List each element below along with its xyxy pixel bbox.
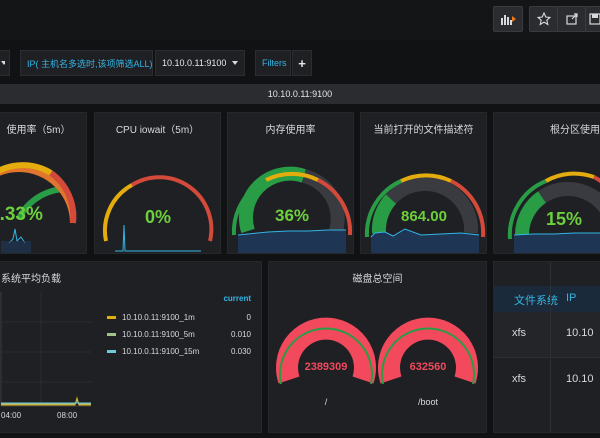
table-row: xfs 10.10 <box>494 312 600 358</box>
filesystem-table-panel[interactable]: 文件系统 IP xfs 10.10 xfs 10.10 <box>493 261 600 433</box>
legend-swatch <box>107 333 116 336</box>
previous-variable-dropdown[interactable] <box>0 50 10 76</box>
template-variables-bar: IP( 主机名多选时,该项筛选ALL) 10.10.0.11:9100 Filt… <box>0 48 600 78</box>
cell-ip: 10.10 <box>566 373 594 385</box>
ip-variable-value: 10.10.0.11:9100 <box>162 58 227 68</box>
column-header-ip[interactable]: IP <box>566 292 576 304</box>
legend-value: 0 <box>246 313 251 322</box>
gauge-value: 864.00 <box>401 208 447 225</box>
cell-filesystem: xfs <box>512 327 527 339</box>
legend-item-1m[interactable]: 10.10.0.11:9100_1m 0 <box>107 309 251 326</box>
memory-usage-panel[interactable]: 内存使用率 36% <box>227 112 354 254</box>
save-button[interactable] <box>585 6 600 32</box>
disk-total-space-panel[interactable]: 磁盘总空间 2389309 632560 / /boot <box>268 261 487 433</box>
filters-label: Filters <box>255 50 291 76</box>
memory-usage-gauge: 36% <box>231 166 353 253</box>
x-tick-0800: 08:00 <box>57 411 78 420</box>
disk-boot-value: 632560 <box>410 361 447 373</box>
share-icon <box>566 13 578 25</box>
legend-swatch <box>107 350 116 353</box>
add-panel-button[interactable] <box>493 6 523 32</box>
star-button[interactable] <box>529 6 559 32</box>
star-icon <box>537 12 551 26</box>
ip-variable-label: IP( 主机名多选时,该项筛选ALL) <box>20 50 153 76</box>
column-divider <box>550 262 551 432</box>
cell-ip: 10.10 <box>566 327 594 339</box>
cpu-iowait-panel[interactable]: CPU iowait（5m） 0% <box>94 112 221 254</box>
x-tick-0400: 04:00 <box>1 411 22 420</box>
legend-swatch <box>107 316 116 319</box>
cell-filesystem: xfs <box>512 373 527 385</box>
ip-variable-dropdown[interactable]: 10.10.0.11:9100 <box>155 50 245 76</box>
load-average-panel[interactable]: 系统平均负载 04:00 08:00 current 10.10.0.11:91… <box>0 261 262 433</box>
gauge-value: 0% <box>145 207 171 227</box>
row-header[interactable]: 10.10.0.11:9100 <box>0 84 600 104</box>
chevron-down-icon <box>232 61 238 65</box>
dashboard-navbar <box>0 0 600 40</box>
table-row: xfs 10.10 <box>494 358 600 403</box>
disk-root-label: / <box>325 397 328 407</box>
gauge-value: 0.33% <box>0 204 43 225</box>
chevron-down-icon <box>1 61 5 65</box>
row-title: 10.10.0.11:9100 <box>267 89 333 99</box>
legend-item-15m[interactable]: 10.10.0.11:9100_15m 0.030 <box>107 343 251 360</box>
open-file-descriptors-gauge: 864.00 <box>364 173 486 253</box>
share-button[interactable] <box>557 6 587 32</box>
disk-boot-label: /boot <box>418 397 439 407</box>
add-filter-button[interactable]: + <box>292 50 312 76</box>
cpu-usage-panel[interactable]: 使用率（5m） 0.33% <box>0 112 87 254</box>
legend-item-5m[interactable]: 10.10.0.11:9100_5m 0.010 <box>107 326 251 343</box>
load-legend: current 10.10.0.11:9100_1m 0 10.10.0.11:… <box>107 294 251 360</box>
gauge-value: 15% <box>546 209 582 229</box>
save-icon <box>589 13 600 25</box>
legend-label: 10.10.0.11:9100_5m <box>122 330 195 339</box>
legend-value: 0.010 <box>230 330 251 339</box>
legend-current-header: current <box>223 294 251 303</box>
add-panel-icon <box>501 15 516 25</box>
cpu-iowait-gauge: 0% <box>102 175 214 252</box>
column-header-filesystem[interactable]: 文件系统 <box>514 292 558 308</box>
root-partition-gauge: 15% <box>507 171 600 253</box>
legend-value: 0.030 <box>230 347 251 356</box>
disk-root-value: 2389309 <box>305 361 348 373</box>
open-file-descriptors-panel[interactable]: 当前打开的文件描述符 864.00 <box>360 112 487 254</box>
table-header: 文件系统 IP <box>494 286 600 312</box>
cpu-usage-gauge: 0.33% <box>0 162 77 253</box>
load-average-graph <box>0 292 91 407</box>
legend-label: 10.10.0.11:9100_15m <box>122 347 200 356</box>
disk-gauges: 2389309 632560 / /boot <box>276 317 478 407</box>
gauge-value: 36% <box>275 206 309 225</box>
legend-label: 10.10.0.11:9100_1m <box>122 313 195 322</box>
root-partition-usage-panel[interactable]: 根分区使用 15% <box>493 112 600 254</box>
